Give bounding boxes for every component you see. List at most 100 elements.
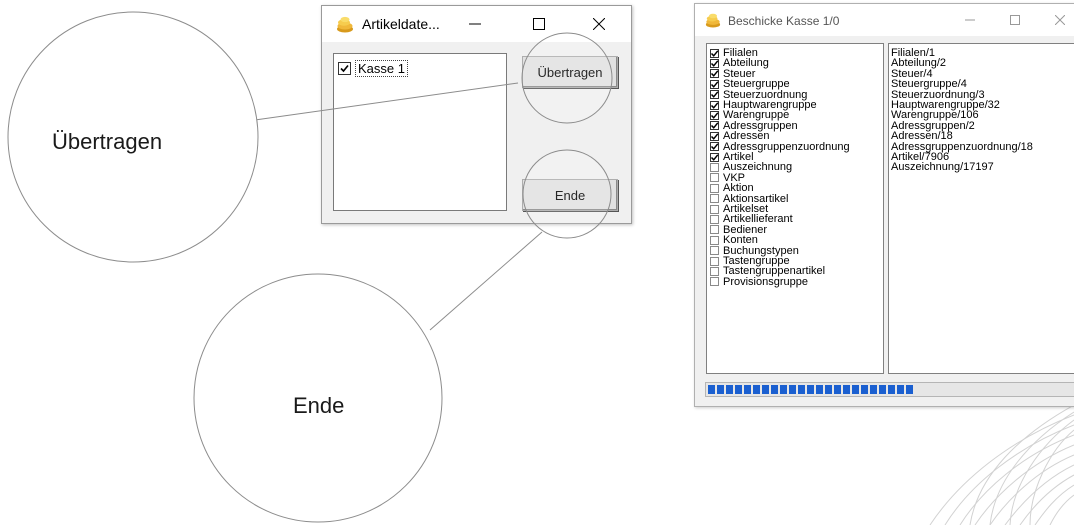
checklist-item[interactable]: Tastengruppenartikel — [710, 265, 826, 278]
window-title: Beschicke Kasse 1/0 — [728, 14, 840, 28]
checklist-item-label: Adressen — [723, 130, 770, 143]
checklist-item[interactable]: Konten — [710, 235, 758, 246]
checkmark-icon — [340, 64, 349, 73]
checkbox[interactable] — [710, 152, 719, 162]
checkbox[interactable] — [710, 256, 719, 266]
checkmark-icon — [710, 70, 719, 78]
checklist-item[interactable]: Auszeichnung — [710, 161, 793, 174]
checklist-item[interactable]: Artikellieferant — [710, 213, 793, 226]
checkbox[interactable] — [710, 142, 719, 152]
progress-segment — [726, 385, 733, 394]
checklist-item[interactable]: Provisionsgruppe — [710, 275, 808, 288]
progress-segment — [888, 385, 895, 394]
app-coins-icon — [705, 13, 721, 28]
progress-segment — [798, 385, 805, 394]
progress-segment — [870, 385, 877, 394]
checkmark-icon — [710, 49, 719, 57]
log-entry: Abteilung/2 — [891, 57, 947, 70]
checklist-item[interactable]: Steuergruppe — [710, 79, 790, 90]
data-type-checklist[interactable]: Filialen Abteilung Steuer Steuergruppe Steue… — [706, 43, 884, 374]
checkbox[interactable] — [710, 79, 719, 89]
maximize-button[interactable] — [516, 6, 562, 42]
checkbox[interactable] — [710, 214, 719, 224]
progress-segment — [843, 385, 850, 394]
close-button[interactable] — [1040, 4, 1074, 36]
checkbox[interactable] — [710, 183, 719, 193]
progress-segment — [834, 385, 841, 394]
maximize-icon — [1010, 15, 1020, 25]
minimize-button[interactable] — [950, 4, 990, 36]
list-item-label: Kasse 1 — [355, 60, 408, 77]
checkbox[interactable] — [710, 173, 719, 183]
checkbox[interactable] — [710, 162, 719, 172]
checkbox[interactable] — [710, 204, 719, 214]
checkmark-icon — [710, 122, 719, 130]
progress-segment — [735, 385, 742, 394]
maximize-button[interactable] — [995, 4, 1035, 36]
title-bar[interactable]: Artikeldate... — [322, 6, 631, 42]
checkmark-icon — [710, 112, 719, 119]
checkbox[interactable] — [710, 69, 719, 79]
callout-label-transfer: Übertragen — [52, 129, 163, 154]
register-progress-window: Beschicke Kasse 1/0 Filialen Abteilung Ste… — [694, 3, 1074, 407]
checklist-item-label: Abteilung — [723, 57, 769, 70]
register-listbox[interactable]: Kasse 1 — [333, 53, 507, 211]
progress-segment — [906, 385, 913, 394]
checklist-item-label: Warengruppe — [723, 109, 790, 122]
checkmark-icon — [710, 143, 719, 151]
checkmark-icon — [710, 91, 719, 99]
checklist-item-label: Aktion — [723, 182, 754, 195]
checklist-item-label: Auszeichnung — [723, 161, 793, 174]
transfer-button[interactable]: Übertragen — [522, 56, 618, 88]
progress-segment — [753, 385, 760, 394]
progress-segment — [825, 385, 832, 394]
checklist-item-label: Artikellieferant — [723, 213, 793, 226]
progress-segment — [861, 385, 868, 394]
checklist-item-label: Provisionsgruppe — [723, 275, 808, 288]
end-button[interactable]: Ende — [522, 179, 618, 211]
checkbox[interactable] — [338, 62, 351, 75]
checkbox[interactable] — [710, 194, 719, 204]
checkbox[interactable] — [710, 131, 719, 141]
title-bar[interactable]: Beschicke Kasse 1/0 — [695, 4, 1074, 36]
checkmark-icon — [710, 81, 719, 88]
transfer-progress-bar — [705, 382, 1074, 397]
list-item-kasse-1[interactable]: Kasse 1 — [338, 60, 408, 77]
checkbox[interactable] — [710, 277, 719, 287]
close-icon — [593, 18, 605, 30]
close-button[interactable] — [576, 6, 622, 42]
checkbox[interactable] — [710, 266, 719, 276]
maximize-icon — [533, 18, 545, 30]
checkbox[interactable] — [710, 110, 719, 120]
progress-segment — [807, 385, 814, 394]
checklist-item[interactable]: Adressen — [710, 130, 770, 143]
checkbox[interactable] — [710, 90, 719, 100]
log-entry: Steuergruppe/4 — [891, 78, 967, 91]
checkbox[interactable] — [710, 100, 719, 110]
checklist-item[interactable]: Aktion — [710, 182, 754, 195]
progress-segment — [789, 385, 796, 394]
transfer-dialog: Artikeldate... Kasse 1 Übertragen Ende — [321, 5, 632, 224]
checkbox[interactable] — [710, 121, 719, 131]
minimize-button[interactable] — [452, 6, 498, 42]
checkbox[interactable] — [710, 246, 719, 256]
close-icon — [1055, 15, 1065, 25]
log-entry: Warengruppe/106 — [891, 109, 979, 122]
minimize-icon — [469, 23, 481, 25]
checkmark-icon — [710, 133, 719, 140]
window-title: Artikeldate... — [362, 16, 440, 32]
checkbox[interactable] — [710, 235, 719, 245]
checkbox[interactable] — [710, 48, 719, 58]
minimize-icon — [965, 19, 975, 21]
progress-segment — [816, 385, 823, 394]
checkmark-icon — [710, 60, 719, 67]
checklist-item[interactable]: Warengruppe — [710, 109, 790, 122]
progress-segment — [780, 385, 787, 394]
checkbox[interactable] — [710, 58, 719, 68]
checklist-item[interactable]: Abteilung — [710, 57, 769, 70]
app-coins-icon — [337, 16, 353, 33]
checklist-item-label: Tastengruppenartikel — [723, 265, 826, 278]
progress-segment — [717, 385, 724, 394]
checkmark-icon — [710, 101, 719, 109]
checkbox[interactable] — [710, 225, 719, 235]
